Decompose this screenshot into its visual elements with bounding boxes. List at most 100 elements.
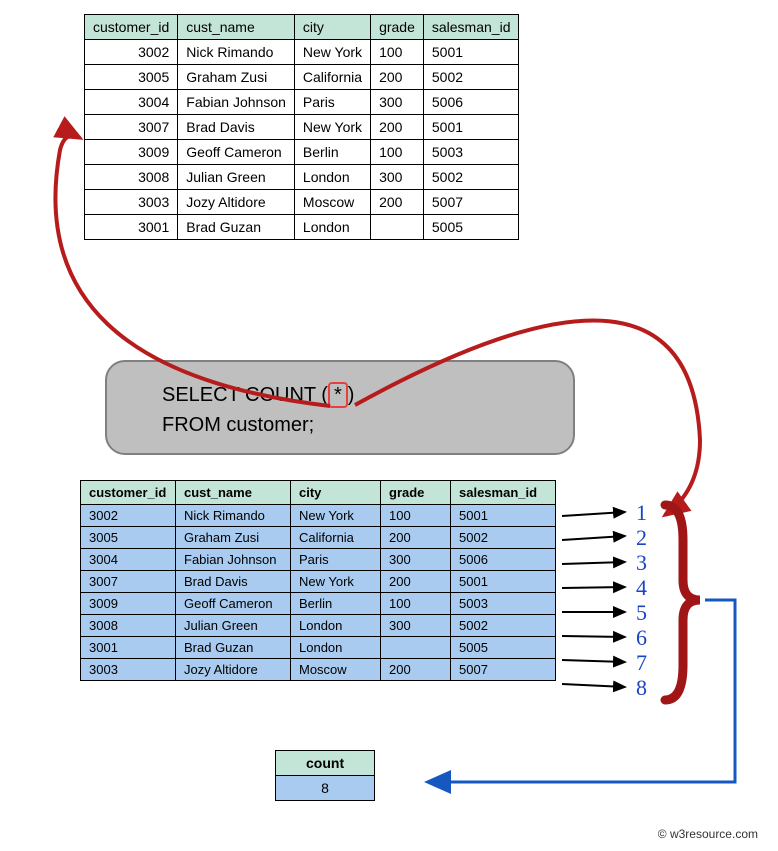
cell: 3008	[81, 615, 176, 637]
th: city	[291, 481, 381, 505]
cell: Julian Green	[176, 615, 291, 637]
cell: 200	[371, 65, 424, 90]
row-number: 4	[636, 575, 647, 601]
row-number: 7	[636, 650, 647, 676]
th: customer_id	[85, 15, 178, 40]
cell: 3007	[85, 115, 178, 140]
table-row: 3007Brad DavisNew York 2005001	[85, 115, 519, 140]
cell: Fabian Johnson	[176, 549, 291, 571]
cell: 3004	[81, 549, 176, 571]
cell: Nick Rimando	[176, 505, 291, 527]
cell: London	[294, 215, 370, 240]
cell: 200	[381, 527, 451, 549]
cell: 3002	[81, 505, 176, 527]
cell: 3005	[85, 65, 178, 90]
table-row: 3001Brad GuzanLondon5005	[81, 637, 556, 659]
table-row: 3009Geoff CameronBerlin1005003	[81, 593, 556, 615]
cell: California	[294, 65, 370, 90]
cell: Geoff Cameron	[176, 593, 291, 615]
row-arrows	[562, 512, 625, 687]
sql-query-box: SELECT COUNT (*) FROM customer;	[105, 360, 575, 455]
table-row: 3008Julian GreenLondon3005002	[85, 165, 519, 190]
cell: 300	[371, 90, 424, 115]
cell	[371, 215, 424, 240]
th: salesman_id	[451, 481, 556, 505]
cell: Nick Rimando	[178, 40, 295, 65]
cell	[381, 637, 451, 659]
sql-star-highlight: *	[328, 382, 348, 408]
th: customer_id	[81, 481, 176, 505]
table-row: 3003Jozy AltidoreMoscow2005007	[81, 659, 556, 681]
table-row: 3005Graham ZusiCalifornia2005002	[85, 65, 519, 90]
cell: 3004	[85, 90, 178, 115]
cell: Berlin	[294, 140, 370, 165]
cell: 5001	[451, 571, 556, 593]
cell: Paris	[294, 90, 370, 115]
th: grade	[381, 481, 451, 505]
table-row: 3005Graham ZusiCalifornia2005002	[81, 527, 556, 549]
cell: Graham Zusi	[178, 65, 295, 90]
cell: 100	[381, 505, 451, 527]
cell: 3009	[81, 593, 176, 615]
cell: Julian Green	[178, 165, 295, 190]
row-number: 6	[636, 625, 647, 651]
cell: 5003	[423, 140, 519, 165]
cell: 5002	[451, 527, 556, 549]
row-number: 3	[636, 550, 647, 576]
cell: 5005	[451, 637, 556, 659]
table-row: 3002Nick RimandoNew York1005001	[85, 40, 519, 65]
cell: 3007	[81, 571, 176, 593]
result-cell: 8	[276, 776, 375, 801]
table-row: 3004Fabian JohnsonParis3005006	[81, 549, 556, 571]
cell: 3001	[85, 215, 178, 240]
th: count	[276, 751, 375, 776]
cell: 5006	[451, 549, 556, 571]
cell: Jozy Altidore	[178, 190, 295, 215]
cell: 100	[381, 593, 451, 615]
cell: 3003	[81, 659, 176, 681]
sql-text: FROM customer;	[162, 410, 518, 440]
cell: Brad Guzan	[178, 215, 295, 240]
table-row: 3004Fabian JohnsonParis3005006	[85, 90, 519, 115]
cell: 200	[381, 659, 451, 681]
cell: 300	[381, 615, 451, 637]
table-row: 3002Nick RimandoNew York1005001	[81, 505, 556, 527]
cell: 5007	[451, 659, 556, 681]
table-row: 3007Brad DavisNew York2005001	[81, 571, 556, 593]
cell: Geoff Cameron	[178, 140, 295, 165]
cell: 100	[371, 40, 424, 65]
table-row: 3003Jozy AltidoreMoscow2005007	[85, 190, 519, 215]
cell: London	[291, 637, 381, 659]
cell: London	[294, 165, 370, 190]
selected-table: customer_id cust_name city grade salesma…	[80, 480, 556, 681]
cell: 5006	[423, 90, 519, 115]
table-row: 3008Julian GreenLondon3005002	[81, 615, 556, 637]
cell: London	[291, 615, 381, 637]
cell: California	[291, 527, 381, 549]
footer-credit: © w3resource.com	[658, 827, 758, 841]
cell: 3001	[81, 637, 176, 659]
cell: Brad Davis	[176, 571, 291, 593]
row-number: 5	[636, 600, 647, 626]
row-number: 1	[636, 500, 647, 526]
cell: 5005	[423, 215, 519, 240]
row-number: 2	[636, 525, 647, 551]
cell: Jozy Altidore	[176, 659, 291, 681]
table-row: 3001Brad GuzanLondon 5005	[85, 215, 519, 240]
cell: 5001	[423, 40, 519, 65]
th: cust_name	[178, 15, 295, 40]
cell: Graham Zusi	[176, 527, 291, 549]
cell: Fabian Johnson	[178, 90, 295, 115]
cell: 300	[371, 165, 424, 190]
cell: Paris	[291, 549, 381, 571]
cell: Moscow	[294, 190, 370, 215]
cell: New York	[291, 505, 381, 527]
cell: Brad Davis	[178, 115, 295, 140]
cell: 5002	[423, 65, 519, 90]
th: city	[294, 15, 370, 40]
cell: 3002	[85, 40, 178, 65]
cell: Berlin	[291, 593, 381, 615]
cell: 5003	[451, 593, 556, 615]
cell: 300	[381, 549, 451, 571]
source-table: customer_id cust_name city grade salesma…	[84, 14, 519, 240]
